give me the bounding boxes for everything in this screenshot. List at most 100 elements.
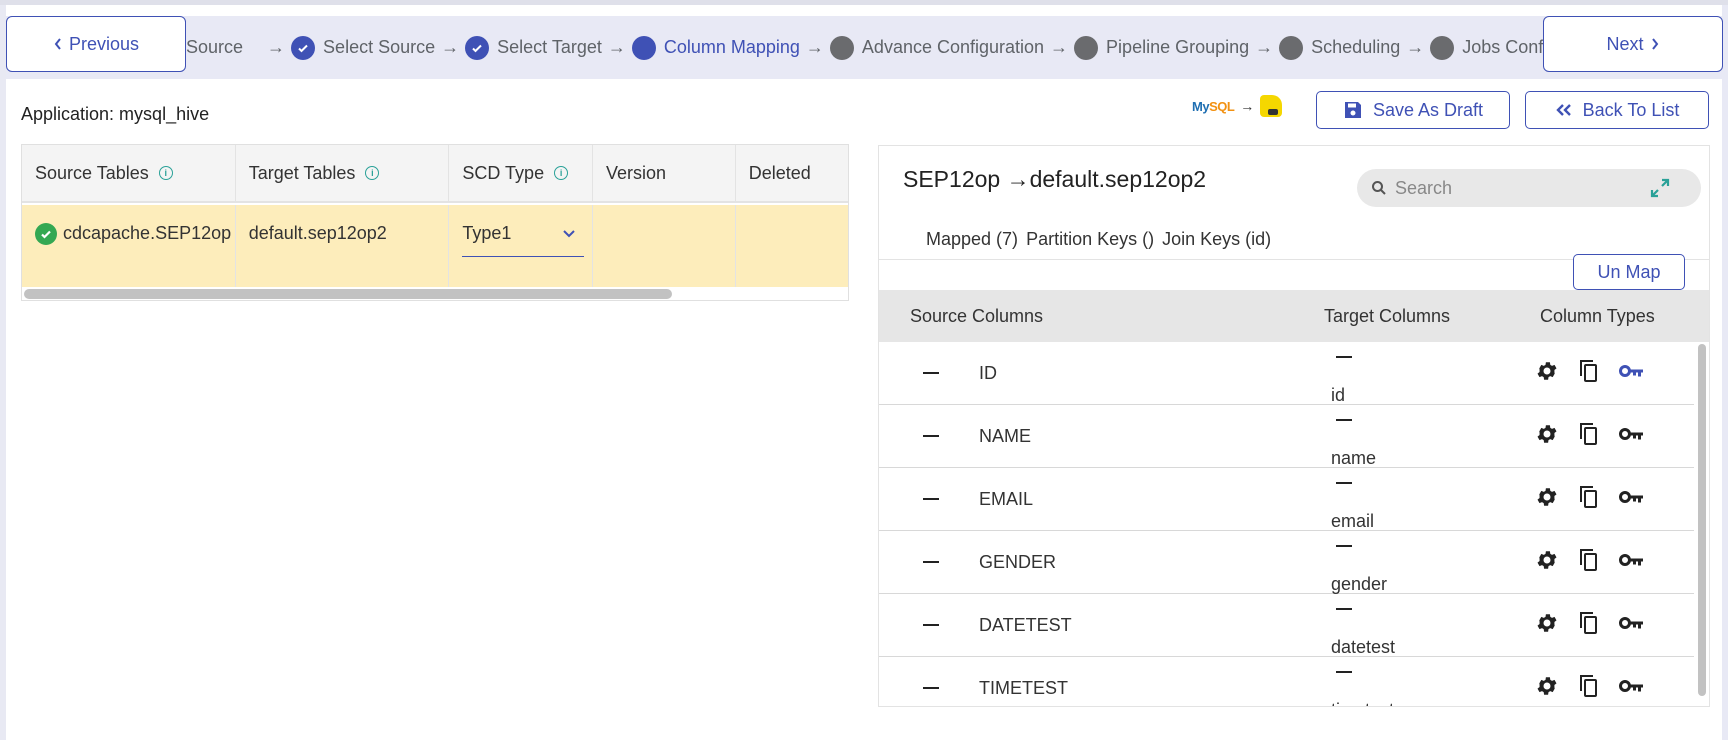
- copy-icon[interactable]: [1577, 673, 1601, 699]
- unmap-dash-icon[interactable]: [923, 561, 939, 563]
- previous-button[interactable]: Previous: [6, 16, 186, 72]
- target-column-name: gender: [1331, 574, 1388, 594]
- vertical-scrollbar[interactable]: [1698, 344, 1706, 696]
- table-row[interactable]: cdcapache.SEP12op default.sep12op2 Type1: [22, 205, 848, 287]
- key-icon[interactable]: [1619, 678, 1645, 694]
- step-source[interactable]: Source: [186, 37, 243, 58]
- hive-logo: [1260, 95, 1283, 117]
- key-icon[interactable]: [1619, 615, 1645, 631]
- mapping-row[interactable]: ID id: [879, 342, 1694, 405]
- gear-icon[interactable]: [1535, 611, 1559, 635]
- back-to-list-button[interactable]: Back To List: [1525, 91, 1709, 129]
- gear-icon[interactable]: [1535, 548, 1559, 572]
- chevron-left-icon: [54, 38, 61, 50]
- header-target-tables[interactable]: Target Tables i: [236, 145, 450, 201]
- pending-step-dot: [1430, 35, 1455, 60]
- unmap-button[interactable]: Un Map: [1573, 254, 1685, 290]
- gear-icon[interactable]: [1535, 359, 1559, 383]
- step-label: Select Source: [323, 37, 436, 57]
- search-input[interactable]: [1395, 177, 1635, 199]
- mapping-row[interactable]: GENDER gender: [879, 531, 1694, 594]
- back-to-list-label: Back To List: [1582, 99, 1680, 120]
- copy-icon[interactable]: [1577, 547, 1601, 573]
- step-arrow: →: [1255, 37, 1274, 57]
- mapping-row[interactable]: EMAIL email: [879, 468, 1694, 531]
- step-select-source[interactable]: Select Source: [291, 35, 436, 60]
- header-scd-type[interactable]: SCD Type i: [449, 145, 594, 201]
- pending-step-dot: [1279, 35, 1304, 60]
- target-column-name: timetest: [1331, 700, 1394, 706]
- target-dash-icon: [1336, 608, 1352, 610]
- key-icon[interactable]: [1619, 363, 1645, 379]
- source-column-name: EMAIL: [979, 489, 1034, 509]
- target-dash-icon: [1336, 545, 1352, 547]
- mapping-row[interactable]: TIMETEST timetest: [879, 657, 1694, 706]
- application-name: Application: mysql_hive: [21, 104, 210, 124]
- double-chevron-left-icon: [1555, 104, 1571, 116]
- tab-mapped[interactable]: Mapped (7): [926, 229, 1018, 250]
- unmap-dash-icon[interactable]: [923, 372, 939, 374]
- copy-icon[interactable]: [1577, 484, 1601, 510]
- save-as-draft-button[interactable]: Save As Draft: [1316, 91, 1510, 129]
- key-icon[interactable]: [1619, 552, 1645, 568]
- mapping-rows: ID id NAME name EMAIL email GENDER gende…: [879, 342, 1694, 706]
- check-icon: [465, 35, 490, 60]
- row-actions: [1535, 673, 1645, 699]
- active-step-dot: [631, 35, 656, 60]
- info-icon[interactable]: i: [158, 166, 173, 180]
- key-icon[interactable]: [1619, 426, 1645, 442]
- key-icon[interactable]: [1619, 489, 1645, 505]
- step-arrow: →: [441, 37, 460, 57]
- mapping-row[interactable]: DATETEST datetest: [879, 594, 1694, 657]
- target-column-name: datetest: [1331, 637, 1396, 657]
- row-actions: [1535, 484, 1645, 510]
- cell-deleted: [736, 205, 848, 287]
- step-label: Column Mapping: [663, 37, 800, 57]
- tab-partition-keys[interactable]: Partition Keys (): [1026, 229, 1154, 250]
- header-deleted[interactable]: Deleted: [736, 145, 848, 201]
- step-scheduling[interactable]: Scheduling: [1279, 35, 1400, 60]
- source-table-name: cdcapache.SEP12op: [63, 223, 232, 243]
- row-actions: [1535, 610, 1645, 636]
- target-table-name: default.sep12op2: [248, 223, 387, 243]
- expand-icon[interactable]: [1649, 177, 1671, 204]
- cell-source-table: cdcapache.SEP12op: [22, 205, 236, 287]
- right-edge: [1722, 5, 1728, 740]
- step-column-mapping[interactable]: Column Mapping: [631, 35, 800, 60]
- row-actions: [1535, 547, 1645, 573]
- unmap-dash-icon[interactable]: [923, 435, 939, 437]
- logo-arrow: →: [1240, 98, 1255, 114]
- info-icon[interactable]: i: [365, 166, 380, 180]
- chevron-down-icon: [563, 230, 576, 238]
- target-dash-icon: [1336, 419, 1352, 421]
- unmap-dash-icon[interactable]: [923, 687, 939, 689]
- gear-icon[interactable]: [1535, 422, 1559, 446]
- chevron-right-icon: [1651, 38, 1658, 50]
- step-select-target[interactable]: Select Target: [465, 35, 602, 60]
- copy-icon[interactable]: [1577, 358, 1601, 384]
- source-column-name: ID: [979, 363, 997, 383]
- info-icon[interactable]: i: [554, 166, 569, 180]
- check-icon: [291, 35, 316, 60]
- copy-icon[interactable]: [1577, 610, 1601, 636]
- unmap-dash-icon[interactable]: [923, 498, 939, 500]
- source-column-name: DATETEST: [979, 615, 1072, 635]
- mapping-row[interactable]: NAME name: [879, 405, 1694, 468]
- gear-icon[interactable]: [1535, 674, 1559, 698]
- gear-icon[interactable]: [1535, 485, 1559, 509]
- tab-join-keys[interactable]: Join Keys (id): [1162, 229, 1271, 250]
- step-pipeline-grouping[interactable]: Pipeline Grouping: [1074, 35, 1250, 60]
- header-source-tables[interactable]: Source Tables i: [22, 145, 236, 201]
- step-label: Pipeline Grouping: [1106, 37, 1250, 57]
- step-advance-configuration[interactable]: Advance Configuration: [829, 35, 1044, 60]
- copy-icon[interactable]: [1577, 421, 1601, 447]
- header-version[interactable]: Version: [593, 145, 736, 201]
- search-box[interactable]: [1357, 169, 1701, 207]
- step-arrow: →: [607, 37, 626, 57]
- unmap-dash-icon[interactable]: [923, 624, 939, 626]
- source-target-logos: MySQL →: [1192, 95, 1283, 117]
- step-label: Select Target: [497, 37, 602, 57]
- scd-type-select[interactable]: Type1: [462, 223, 585, 257]
- next-button[interactable]: Next: [1543, 16, 1723, 72]
- horizontal-scrollbar[interactable]: [24, 289, 672, 299]
